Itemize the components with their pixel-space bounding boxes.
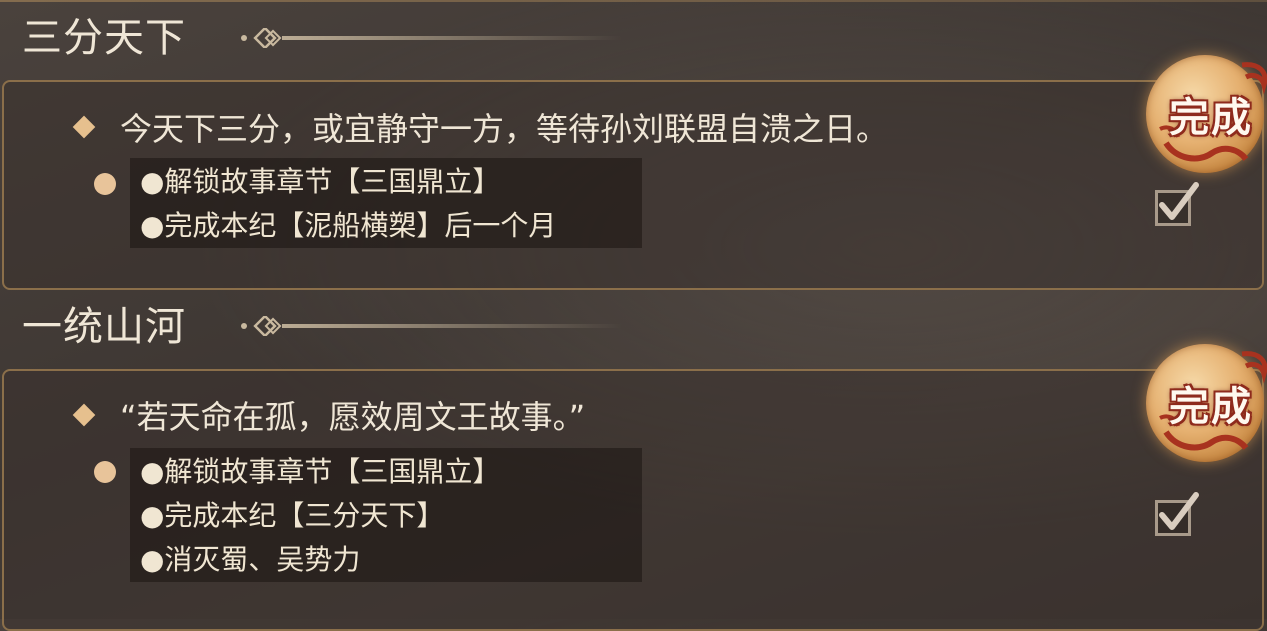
description-row: “若天命在孤，愿效周文王故事。” (72, 392, 586, 438)
completion-checkbox (1155, 492, 1199, 536)
complete-seal-icon: 完成 (1146, 344, 1267, 462)
section-title: 三分天下 (22, 15, 186, 61)
condition-item: ●解锁故事章节【三国鼎立】 (140, 455, 501, 488)
ornament-divider-icon (241, 316, 622, 336)
description-row: 今天下三分，或宜静守一方，等待孙刘联盟自溃之日。 (72, 104, 889, 150)
condition-item: ●解锁故事章节【三国鼎立】 (140, 165, 501, 198)
top-border (0, 0, 1267, 2)
checkmark-icon (1159, 182, 1199, 220)
section-title: 一统山河 (22, 304, 186, 350)
completion-checkbox (1155, 182, 1199, 226)
ornament-divider-icon (241, 28, 622, 48)
checkmark-icon (1159, 492, 1199, 530)
complete-seal-icon: 完成 (1146, 55, 1267, 173)
condition-item: ●消灭蜀、吴势力 (140, 543, 361, 576)
dot-bullet-icon (94, 173, 116, 195)
dot-bullet-icon (94, 461, 116, 483)
description-text: “若天命在孤，愿效周文王故事。” (120, 398, 586, 436)
conditions-box: ●解锁故事章节【三国鼎立】 ●完成本纪【三分天下】 ●消灭蜀、吴势力 (130, 448, 642, 582)
diamond-bullet-icon (72, 115, 96, 139)
description-text: 今天下三分，或宜静守一方，等待孙刘联盟自溃之日。 (120, 110, 889, 148)
diamond-bullet-icon (72, 403, 96, 427)
conditions-box: ●解锁故事章节【三国鼎立】 ●完成本纪【泥船横槊】后一个月 (130, 158, 642, 248)
condition-item: ●完成本纪【泥船横槊】后一个月 (140, 209, 557, 242)
badge-label: 完成 (1169, 95, 1253, 141)
condition-item: ●完成本纪【三分天下】 (140, 499, 445, 532)
badge-label: 完成 (1169, 384, 1253, 430)
